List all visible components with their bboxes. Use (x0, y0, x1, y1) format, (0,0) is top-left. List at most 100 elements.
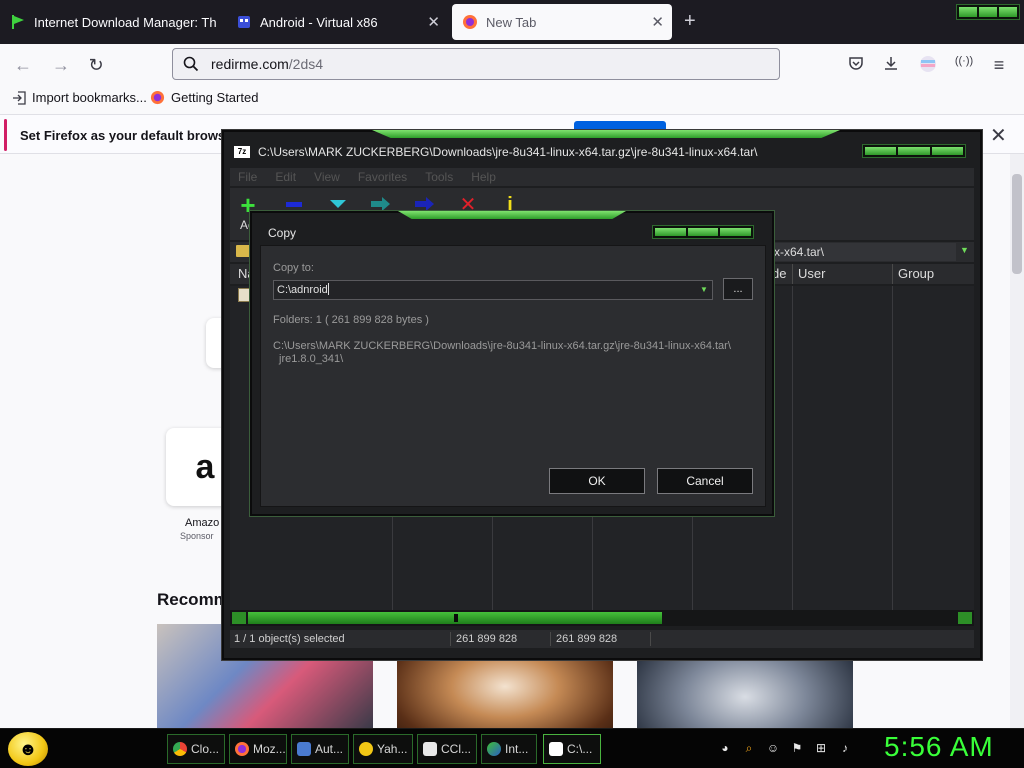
search-icon[interactable]: ⌕ (740, 739, 758, 757)
scroll-right-button[interactable] (958, 612, 972, 624)
url-host: redirme.com (211, 56, 289, 72)
maximize-button[interactable] (979, 7, 997, 17)
taskbar-clock[interactable]: 5:56 AM (884, 731, 994, 763)
sponsored-label: Sponsor (180, 531, 214, 541)
tab-close-icon[interactable]: ✕ (651, 13, 664, 31)
account-icon[interactable] (917, 55, 939, 77)
amazon-logo-icon: a (195, 447, 215, 486)
window-controls[interactable] (862, 144, 966, 158)
android-icon (238, 16, 250, 28)
column-user[interactable]: User (798, 266, 825, 281)
tab-label: New Tab (486, 14, 537, 30)
column-divider (792, 264, 793, 284)
close-button[interactable] (931, 147, 963, 155)
taskbar-item-autoit[interactable]: Aut... (291, 734, 349, 764)
tab-android-virtual[interactable]: Android - Virtual x86 ✕ (226, 4, 448, 40)
network-icon[interactable]: ⊞ (812, 739, 830, 757)
dialog-title: Copy (268, 226, 297, 240)
cancel-button[interactable]: Cancel (657, 468, 753, 494)
folder-item-icon[interactable] (238, 288, 250, 302)
7zip-logo-icon: 7z (234, 146, 250, 158)
browse-button[interactable]: ... (723, 278, 753, 300)
url-bar[interactable]: redirme.com/2ds4 (172, 48, 780, 80)
taskbar-label: CCl... (441, 742, 471, 756)
close-icon[interactable]: ✕ (990, 123, 1007, 148)
window-glow-accent (372, 130, 840, 138)
text-caret (327, 283, 329, 295)
menu-file[interactable]: File (238, 168, 257, 186)
taskbar-item-chrome[interactable]: Clo... (167, 734, 225, 764)
folders-info: Folders: 1 ( 261 899 828 bytes ) (273, 314, 429, 326)
taskbar-item-ccleaner[interactable]: CCl... (417, 734, 477, 764)
minimize-button[interactable] (865, 147, 897, 155)
ok-button[interactable]: OK (549, 468, 645, 494)
navigation-toolbar: ← → ↻ redirme.com/2ds4 ((·)) ≡ (0, 44, 1024, 86)
scrollbar-grip-icon (454, 614, 458, 622)
column-mode[interactable]: de (772, 266, 786, 281)
dialog-body: Copy to: C:\adnroid ▼ ... Folders: 1 ( 2… (260, 245, 766, 507)
maximize-button[interactable] (687, 228, 719, 236)
menu-help[interactable]: Help (471, 168, 496, 186)
dialog-window-controls[interactable] (652, 225, 754, 239)
address-field[interactable]: x-x64.tar\ (770, 243, 956, 261)
new-tab-button[interactable]: + (684, 10, 696, 33)
close-button[interactable] (720, 228, 752, 236)
flag-alert-icon[interactable]: ⚑ (788, 739, 806, 757)
scrollbar-thumb[interactable] (1012, 174, 1022, 274)
column-group[interactable]: Group (898, 266, 934, 281)
firefox-icon (235, 742, 249, 756)
status-divider (550, 632, 551, 646)
forward-icon[interactable]: → (50, 54, 72, 76)
minimize-button[interactable] (655, 228, 686, 236)
start-button[interactable]: ☻ (8, 732, 48, 766)
yahoo-messenger-icon (359, 742, 373, 756)
tab-internet-download-manager[interactable]: Internet Download Manager: Th (0, 4, 226, 40)
network-globe-icon[interactable]: ◕ (716, 739, 734, 757)
bookmark-import[interactable]: Import bookmarks... (12, 90, 147, 105)
close-button[interactable] (999, 7, 1017, 17)
taskbar-item-yahoo[interactable]: Yah... (353, 734, 413, 764)
taskbar-item-7zip[interactable]: C:\... (543, 734, 601, 764)
windows-taskbar: ☻ Clo... Moz... Aut... Yah... CCl... Int… (0, 728, 1024, 768)
folder-up-icon[interactable] (236, 245, 250, 257)
import-icon (13, 90, 26, 105)
system-tray: ◕ ⌕ ☺ ⚑ ⊞ ♪ (716, 739, 854, 759)
status-divider (450, 632, 451, 646)
page-scrollbar[interactable] (1010, 154, 1024, 728)
destination-path-input[interactable]: C:\adnroid (273, 280, 713, 300)
bookmark-getting-started[interactable]: Getting Started (150, 90, 258, 105)
7zip-icon (549, 742, 563, 756)
idm-flag-icon (12, 15, 24, 29)
menu-tools[interactable]: Tools (425, 168, 453, 186)
menu-favorites[interactable]: Favorites (358, 168, 407, 186)
volume-icon[interactable]: ♪ (836, 739, 854, 757)
menu-icon[interactable]: ≡ (988, 55, 1010, 77)
window-title: C:\Users\MARK ZUCKERBERG\Downloads\jre-8… (258, 145, 758, 159)
smiley-icon: ☻ (18, 738, 38, 759)
back-icon[interactable]: ← (12, 54, 34, 76)
taskbar-label: Int... (505, 742, 529, 756)
menu-view[interactable]: View (314, 168, 340, 186)
tab-new-tab[interactable]: New Tab ✕ (452, 4, 672, 40)
maximize-button[interactable] (898, 147, 930, 155)
extension-icon[interactable]: ((·)) (953, 55, 975, 77)
reload-icon[interactable]: ↻ (85, 54, 107, 76)
tab-label: Internet Download Manager: Th (34, 14, 217, 30)
messenger-tray-icon[interactable]: ☺ (764, 739, 782, 757)
window-controls[interactable] (956, 4, 1020, 20)
scroll-left-button[interactable] (232, 612, 246, 624)
taskbar-item-idm[interactable]: Int... (481, 734, 537, 764)
horizontal-scrollbar[interactable] (230, 610, 974, 626)
taskbar-label: Clo... (191, 742, 220, 756)
tab-close-icon[interactable]: ✕ (427, 13, 440, 31)
downloads-icon[interactable] (880, 55, 902, 77)
minimize-button[interactable] (959, 7, 977, 17)
pocket-icon[interactable] (845, 55, 867, 77)
taskbar-item-firefox[interactable]: Moz... (229, 734, 287, 764)
chevron-down-icon[interactable]: ▼ (960, 245, 969, 255)
menu-edit[interactable]: Edit (275, 168, 296, 186)
taskbar-label: Aut... (315, 742, 344, 756)
chevron-down-icon[interactable]: ▼ (697, 282, 711, 298)
window-titlebar[interactable]: 7z C:\Users\MARK ZUCKERBERG\Downloads\jr… (228, 140, 976, 164)
ccleaner-icon (423, 742, 437, 756)
